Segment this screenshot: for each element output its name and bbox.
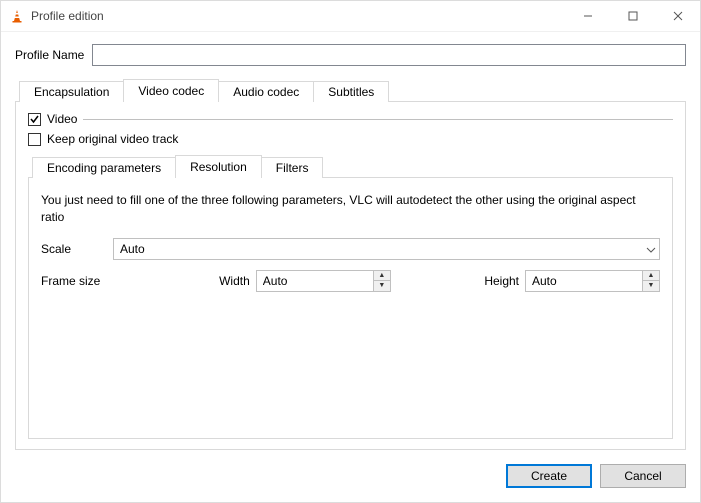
video-checkbox-label: Video (47, 112, 77, 126)
cancel-button[interactable]: Cancel (600, 464, 686, 488)
close-button[interactable] (655, 1, 700, 31)
window-title: Profile edition (31, 9, 565, 23)
spin-buttons: ▲ ▼ (642, 271, 659, 291)
divider-line (83, 119, 673, 120)
codec-tabrow: Encapsulation Video codec Audio codec Su… (15, 80, 686, 101)
width-group: Width ▲ ▼ (219, 270, 391, 292)
scale-value: Auto (113, 238, 660, 260)
window-controls (565, 1, 700, 31)
video-checkbox-row: Video (28, 112, 673, 126)
keep-original-row: Keep original video track (28, 132, 673, 146)
video-checkbox[interactable]: Video (28, 112, 77, 126)
scale-label: Scale (41, 242, 113, 256)
codec-tabs: Encapsulation Video codec Audio codec Su… (15, 80, 686, 450)
height-label: Height (484, 274, 519, 288)
video-inner-tabrow: Encoding parameters Resolution Filters (28, 156, 673, 177)
profile-name-input[interactable] (92, 44, 686, 66)
width-input[interactable] (256, 270, 391, 292)
resolution-help-text: You just need to fill one of the three f… (41, 192, 660, 226)
checkbox-icon (28, 113, 41, 126)
frame-size-row: Frame size Width ▲ ▼ (41, 270, 660, 292)
create-button[interactable]: Create (506, 464, 592, 488)
resolution-panel: You just need to fill one of the three f… (28, 177, 673, 439)
keep-original-checkbox[interactable]: Keep original video track (28, 132, 178, 146)
minimize-button[interactable] (565, 1, 610, 31)
width-label: Width (219, 274, 250, 288)
frame-size-label: Frame size (41, 274, 219, 288)
tab-resolution[interactable]: Resolution (175, 155, 262, 178)
tab-encapsulation[interactable]: Encapsulation (19, 81, 124, 102)
tab-filters[interactable]: Filters (261, 157, 324, 178)
spin-down[interactable]: ▼ (643, 281, 659, 291)
video-codec-panel: Video Keep original video track (15, 101, 686, 450)
profile-edition-window: Profile edition Profile Name Encapsulati… (0, 0, 701, 503)
maximize-button[interactable] (610, 1, 655, 31)
spin-buttons: ▲ ▼ (373, 271, 390, 291)
spin-down[interactable]: ▼ (374, 281, 390, 291)
spin-up[interactable]: ▲ (643, 271, 659, 282)
dialog-body: Profile Name Encapsulation Video codec A… (1, 32, 700, 502)
titlebar: Profile edition (1, 1, 700, 32)
keep-original-label: Keep original video track (47, 132, 178, 146)
width-spinner[interactable]: ▲ ▼ (256, 270, 391, 292)
vlc-cone-icon (9, 8, 25, 24)
scale-select[interactable]: Auto (113, 238, 660, 260)
tab-encoding-parameters[interactable]: Encoding parameters (32, 157, 176, 178)
spin-up[interactable]: ▲ (374, 271, 390, 282)
tab-video-codec[interactable]: Video codec (123, 79, 219, 102)
height-spinner[interactable]: ▲ ▼ (525, 270, 660, 292)
profile-name-label: Profile Name (15, 48, 84, 62)
profile-name-row: Profile Name (15, 44, 686, 66)
checkbox-icon (28, 133, 41, 146)
dialog-buttons: Create Cancel (15, 464, 686, 488)
tab-subtitles[interactable]: Subtitles (313, 81, 389, 102)
video-inner-tabs: Encoding parameters Resolution Filters Y… (28, 156, 673, 439)
tab-audio-codec[interactable]: Audio codec (218, 81, 314, 102)
height-input[interactable] (525, 270, 660, 292)
height-group: Height ▲ ▼ (484, 270, 660, 292)
scale-row: Scale Auto (41, 238, 660, 260)
